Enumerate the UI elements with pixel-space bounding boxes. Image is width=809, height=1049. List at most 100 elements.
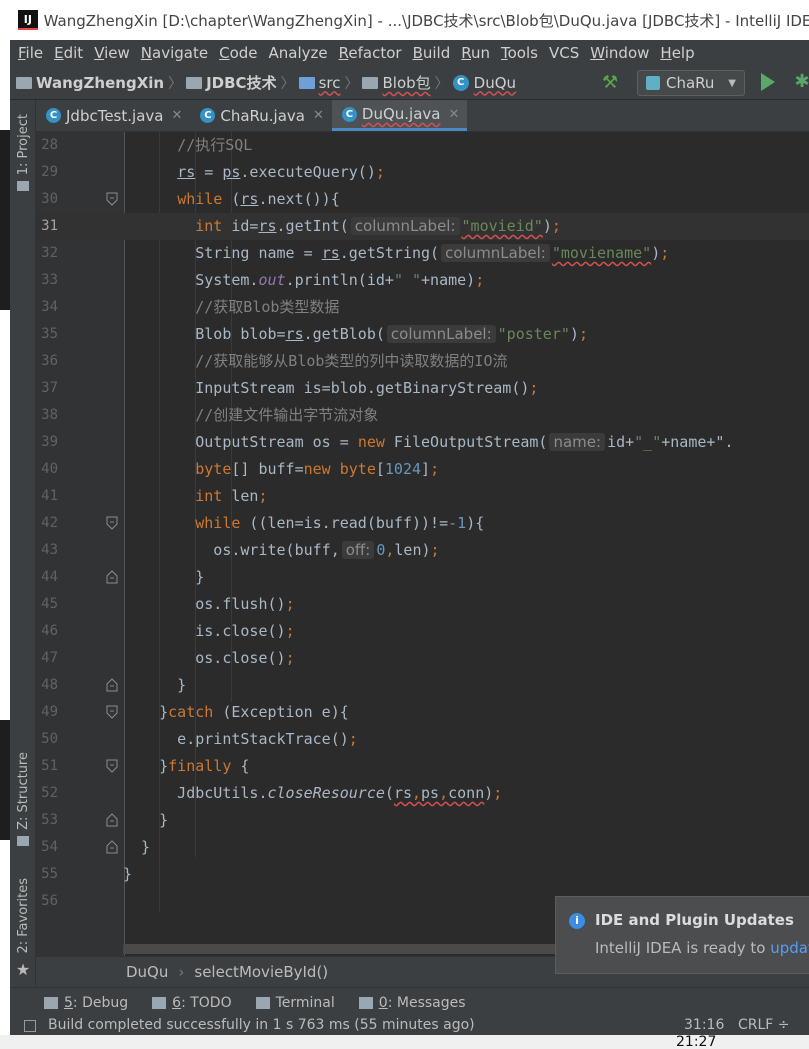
tab-duqu[interactable]: C DuQu.java ✕ xyxy=(331,100,468,131)
status-message[interactable]: Build completed successfully in 1 s 763 … xyxy=(48,1017,475,1033)
debug-tool-button[interactable]: 5: Debug xyxy=(44,995,128,1011)
code-text: System.out.println(id+" "+name); xyxy=(123,271,485,289)
line-number: 47 xyxy=(41,650,58,666)
code-line: 49 }catch (Exception e){ xyxy=(36,699,809,726)
tab-label: ChaRu.java xyxy=(220,106,305,125)
code-line: 34 //获取Blob类型数据 xyxy=(36,294,809,321)
run-configuration-select[interactable]: ChaRu ▼ xyxy=(637,70,745,96)
nav-project[interactable]: WangZhengXin 〉 xyxy=(16,73,186,93)
menu-item-navigate[interactable]: Navigate xyxy=(141,44,208,62)
close-icon[interactable]: ✕ xyxy=(171,108,182,123)
messages-tool-button[interactable]: 0: Messages xyxy=(358,995,466,1011)
code-editor[interactable]: 28 //执行SQL 29 rs = ps.executeQuery(); 30… xyxy=(36,132,809,956)
debug-bug-icon[interactable]: ✱ xyxy=(792,72,809,92)
terminal-tool-button[interactable]: Terminal xyxy=(255,995,335,1011)
menu-item-window[interactable]: Window xyxy=(590,44,649,62)
fold-end-icon[interactable] xyxy=(106,813,118,827)
breadcrumb-method[interactable]: selectMovieById() xyxy=(194,963,328,981)
menu-item-analyze[interactable]: Analyze xyxy=(269,44,328,62)
folder-icon xyxy=(17,181,29,192)
menu-item-vcs[interactable]: VCS xyxy=(549,44,579,62)
package-icon xyxy=(362,76,379,89)
menu-item-run[interactable]: Run xyxy=(461,44,490,62)
line-number: 39 xyxy=(41,434,58,450)
horizontal-scrollbar[interactable] xyxy=(123,944,563,954)
menu-mnemonic: E xyxy=(54,44,64,62)
code-text: while (rs.next()){ xyxy=(177,190,340,208)
menu-item-help[interactable]: Help xyxy=(660,44,694,62)
project-tool-tab[interactable]: 1: Project xyxy=(12,114,34,192)
menu-mnemonic: W xyxy=(590,44,605,62)
code-line: 44 } xyxy=(36,564,809,591)
left-tool-strip: 1: Project Z: Structure 2: Favorites ★ xyxy=(10,100,36,987)
menu-mnemonic: R xyxy=(461,44,471,62)
line-number: 50 xyxy=(41,731,58,747)
favorites-tool-tab[interactable]: 2: Favorites ★ xyxy=(12,878,34,979)
notification-text: IntelliJ IDEA is ready to xyxy=(595,939,771,957)
caret-position[interactable]: 31:16 xyxy=(684,1017,724,1033)
menu-item-refactor[interactable]: Refactor xyxy=(339,44,402,62)
tab-charu[interactable]: C ChaRu.java ✕ xyxy=(190,100,332,131)
fold-collapse-icon[interactable] xyxy=(106,759,118,773)
line-number: 37 xyxy=(41,380,58,396)
code-text: String name = rs.getString(columnLabel: "… xyxy=(123,244,670,262)
code-comment: //执行SQL xyxy=(177,136,253,154)
line-separator[interactable]: CRLF ÷ xyxy=(738,1017,790,1033)
menu-item-code[interactable]: Code xyxy=(219,44,257,62)
nav-file[interactable]: C DuQu xyxy=(452,74,516,92)
parameter-hint: columnLabel: xyxy=(386,325,496,343)
fold-collapse-icon[interactable] xyxy=(106,516,118,530)
java-class-icon: C xyxy=(200,108,216,123)
breadcrumb-class[interactable]: DuQu xyxy=(126,963,168,981)
menu-label: ools xyxy=(507,44,538,62)
code-line: 39 OutputStream os = new FileOutputStrea… xyxy=(36,429,809,456)
code-line: 35 Blob blob=rs.getBlob(columnLabel: "pos… xyxy=(36,321,809,348)
string-literal: " " xyxy=(393,271,422,289)
update-link[interactable]: update xyxy=(770,939,809,957)
project-folder-icon xyxy=(16,76,32,89)
chevron-right-icon: 〉 xyxy=(344,75,359,92)
code-line: 41 int len; xyxy=(36,483,809,510)
code-text: is.close(); xyxy=(123,622,295,640)
menu-item-build[interactable]: Build xyxy=(413,44,451,62)
close-icon[interactable]: ✕ xyxy=(313,108,324,123)
nav-src-label: src xyxy=(318,73,341,92)
desktop-edge xyxy=(0,0,10,1049)
fold-end-icon[interactable] xyxy=(106,840,118,854)
string-literal: "_" xyxy=(634,433,662,451)
fold-end-icon[interactable] xyxy=(106,678,118,692)
build-hammer-icon[interactable]: ⚒ xyxy=(602,74,620,92)
tool-windows-toggle-icon[interactable] xyxy=(24,1020,36,1032)
menu-item-file[interactable]: File xyxy=(18,44,43,62)
menu-item-view[interactable]: View xyxy=(94,44,130,62)
code-text: } xyxy=(123,676,187,694)
code-text: os.write(buff, off: 0,len); xyxy=(123,541,440,559)
chevron-right-icon: › xyxy=(178,963,185,981)
nav-package[interactable]: Blob包 〉 xyxy=(362,72,452,93)
fold-collapse-icon[interactable] xyxy=(106,705,118,719)
run-icon[interactable] xyxy=(761,73,775,91)
structure-tool-tab[interactable]: Z: Structure xyxy=(12,752,34,846)
status-bar: Build completed successfully in 1 s 763 … xyxy=(10,1017,809,1035)
code-text: } xyxy=(123,838,151,856)
editor-tab-bar: C JdbcTest.java ✕ C ChaRu.java ✕ C DuQu.… xyxy=(36,100,809,132)
fold-collapse-icon[interactable] xyxy=(106,192,118,206)
tab-jdbctest[interactable]: C JdbcTest.java ✕ xyxy=(36,100,190,131)
fold-end-icon[interactable] xyxy=(106,570,118,584)
notification-title: IDE and Plugin Updates xyxy=(595,911,794,929)
code-text: //获取能够从Blob类型的列中读取数据的IO流 xyxy=(123,348,507,375)
line-number: 51 xyxy=(41,758,58,774)
taskbar-clock[interactable]: 21:27 xyxy=(676,1035,716,1049)
desktop-edge-dark xyxy=(0,720,10,840)
menu-item-edit[interactable]: Edit xyxy=(54,44,83,62)
favorites-tool-label: 2: Favorites xyxy=(15,878,31,954)
nav-module[interactable]: JDBC技术 〉 xyxy=(186,72,298,93)
todo-tool-button[interactable]: 6: TODO xyxy=(152,995,232,1011)
nav-src[interactable]: src 〉 xyxy=(298,73,363,93)
update-notification[interactable]: i IDE and Plugin Updates IntelliJ IDEA i… xyxy=(555,896,809,974)
menu-item-tools[interactable]: Tools xyxy=(501,44,538,62)
intellij-logo-icon: IJ xyxy=(18,10,38,30)
menu-label: VCS xyxy=(548,44,580,62)
line-number: 48 xyxy=(41,677,58,693)
close-icon[interactable]: ✕ xyxy=(448,107,459,122)
